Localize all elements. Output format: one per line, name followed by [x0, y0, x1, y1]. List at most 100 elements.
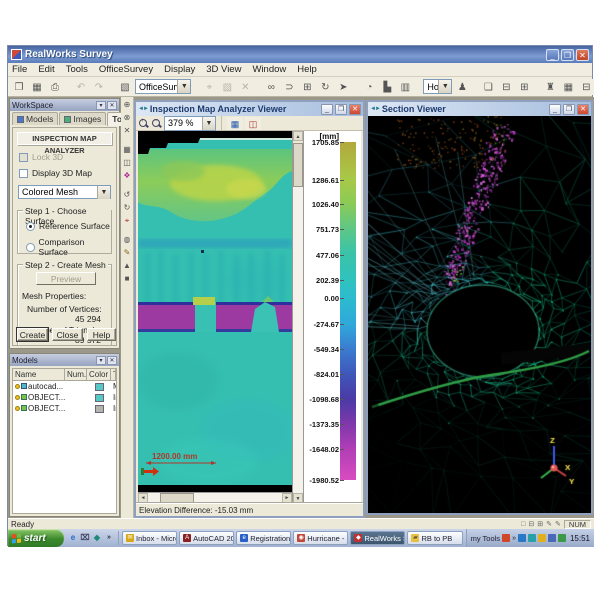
rotate-right-icon[interactable]: ↻ — [121, 202, 133, 214]
scroll-down-icon[interactable]: ▼ — [293, 493, 303, 503]
pencil-icon[interactable]: ✎ — [546, 520, 552, 528]
chart-icon[interactable]: ▙ — [379, 79, 395, 95]
pointer-icon[interactable]: ➤ — [335, 79, 351, 95]
col-type[interactable]: Type — [111, 369, 116, 381]
cascade-windows-icon[interactable]: ❏ — [480, 79, 496, 95]
tab-models[interactable]: Models — [12, 112, 58, 125]
segment-icon[interactable]: ▧ — [219, 79, 235, 95]
zoom-out-icon[interactable] — [151, 118, 162, 129]
solid-view-icon[interactable]: ■ — [121, 273, 133, 285]
save-icon[interactable]: ▦ — [29, 79, 45, 95]
clock-icon[interactable]: ◔ — [361, 79, 377, 95]
deselect-tool-icon[interactable]: ⊗ — [121, 112, 133, 124]
menu-help[interactable]: Help — [297, 64, 317, 75]
display3d-checkbox[interactable] — [19, 169, 28, 178]
maximize-button[interactable]: ❐ — [561, 49, 574, 61]
task-button[interactable]: eRegistration Rep... — [236, 531, 291, 545]
layout-grid-icon[interactable]: ⊞ — [537, 520, 543, 528]
chevron-down-icon[interactable]: ▼ — [202, 117, 215, 130]
home-combobox[interactable]: Home ▼ — [423, 79, 452, 94]
layout-box-icon[interactable]: □ — [521, 521, 525, 528]
chevron-down-icon[interactable]: ▼ — [438, 80, 451, 93]
menu-3dview[interactable]: 3D View — [206, 64, 241, 75]
measure-tool-icon[interactable]: ⌖ — [121, 215, 133, 227]
fit-map-icon[interactable]: ▦ — [227, 117, 243, 130]
task-button[interactable]: AAutoCAD 2002 — [179, 531, 234, 545]
tray-icon[interactable] — [538, 534, 546, 542]
col-name[interactable]: Name — [13, 369, 65, 381]
tray-icon[interactable] — [528, 534, 536, 542]
layout-split-icon[interactable]: ⊟ — [528, 520, 534, 528]
tray-icon[interactable] — [502, 534, 510, 542]
cut-plane-icon[interactable]: ✕ — [121, 125, 133, 137]
rotate-icon[interactable]: ↻ — [317, 79, 333, 95]
create-button[interactable]: Create — [17, 328, 48, 341]
menu-file[interactable]: File — [12, 64, 27, 75]
module-icon[interactable]: ▧ — [117, 79, 133, 95]
col-num[interactable]: Num... — [65, 369, 87, 381]
minimize-button[interactable]: _ — [549, 104, 561, 115]
edit-tool-icon[interactable]: ✎ — [121, 247, 133, 259]
tray-icon[interactable] — [548, 534, 556, 542]
inspection-tool-icon[interactable]: ❖ — [121, 170, 133, 182]
panel-close-icon[interactable]: ✕ — [107, 101, 117, 110]
section-3d-canvas[interactable] — [368, 116, 591, 513]
task-button[interactable]: ▰RB to PB — [407, 531, 462, 545]
undo-icon[interactable]: ↶ — [73, 79, 89, 95]
comparison-surface-radio[interactable] — [26, 243, 35, 252]
open-icon[interactable]: ❐ — [11, 79, 27, 95]
minimize-button[interactable]: _ — [546, 49, 559, 61]
internet-explorer-icon[interactable]: e — [68, 533, 78, 543]
preview-button[interactable]: Preview — [36, 272, 96, 285]
close-button[interactable]: ✕ — [576, 49, 589, 61]
media-icon[interactable]: ◆ — [92, 533, 102, 543]
panel-menu-icon[interactable]: ▾ — [96, 356, 106, 365]
redo-icon[interactable]: ↷ — [91, 79, 107, 95]
restore-button[interactable]: ❐ — [563, 104, 575, 115]
show-desktop-icon[interactable]: ⌧ — [80, 533, 90, 543]
user-icon[interactable]: ♟ — [454, 79, 470, 95]
grid-icon[interactable]: ▦ — [560, 79, 576, 95]
tile-vertical-icon[interactable]: ⊞ — [516, 79, 532, 95]
visibility-bulb-icon[interactable] — [15, 406, 20, 411]
lock3d-checkbox[interactable] — [19, 153, 28, 162]
link-icon[interactable]: ∞ — [263, 79, 279, 95]
zoom-level-combobox[interactable]: 379 % ▼ — [164, 116, 216, 131]
panel-close-icon[interactable]: ✕ — [107, 356, 117, 365]
scroll-left-icon[interactable]: ◄ — [138, 493, 148, 503]
select-tool-icon[interactable]: ⊕ — [121, 99, 133, 111]
horizontal-scrollbar[interactable]: ◄ ► — [138, 492, 292, 503]
inspection-map[interactable]: 1200.00 mm ◄ — [138, 131, 292, 503]
delete-icon[interactable]: ✕ — [237, 79, 253, 95]
visibility-bulb-icon[interactable] — [15, 384, 20, 389]
mode-combobox[interactable]: OfficeSurvey ▼ — [135, 79, 191, 94]
table-row[interactable]: autocad... Mesh — [13, 381, 116, 392]
layers-icon[interactable]: ▥ — [397, 79, 413, 95]
chevron-more-icon[interactable]: » — [512, 535, 516, 542]
reference-surface-radio[interactable] — [26, 222, 35, 231]
menu-tools[interactable]: Tools — [66, 64, 88, 75]
zoom-in-icon[interactable] — [138, 118, 149, 129]
close-button[interactable]: ✕ — [349, 104, 361, 115]
task-button-active[interactable]: ◆RealWorks Survey — [350, 531, 405, 545]
minimize-button[interactable]: _ — [321, 104, 333, 115]
close-button[interactable]: ✕ — [577, 104, 589, 115]
close-button-panel[interactable]: Close — [52, 328, 83, 341]
pencil-icon[interactable]: ✎ — [555, 520, 561, 528]
restore-button[interactable]: ❐ — [335, 104, 347, 115]
menu-officesurvey[interactable]: OfficeSurvey — [99, 64, 153, 75]
menu-window[interactable]: Window — [252, 64, 286, 75]
view-icon[interactable]: ♜ — [542, 79, 558, 95]
scroll-right-icon[interactable]: ► — [282, 493, 292, 503]
section-viewer-titlebar[interactable]: ◄► Section Viewer _ ❐ ✕ — [368, 102, 591, 116]
table-row[interactable]: OBJECT... Inspectio — [13, 392, 116, 403]
tray-icon[interactable] — [558, 534, 566, 542]
tray-icon[interactable] — [518, 534, 526, 542]
grid-tool-icon[interactable]: ▦ — [121, 144, 133, 156]
tile-horizontal-icon[interactable]: ⊟ — [498, 79, 514, 95]
visibility-bulb-icon[interactable] — [15, 395, 20, 400]
unlink-icon[interactable]: ⊃ — [281, 79, 297, 95]
fit-icon[interactable]: ⊞ — [299, 79, 315, 95]
task-button[interactable]: ◉Hurricane - Micro... — [293, 531, 348, 545]
tab-images[interactable]: Images — [59, 112, 106, 125]
